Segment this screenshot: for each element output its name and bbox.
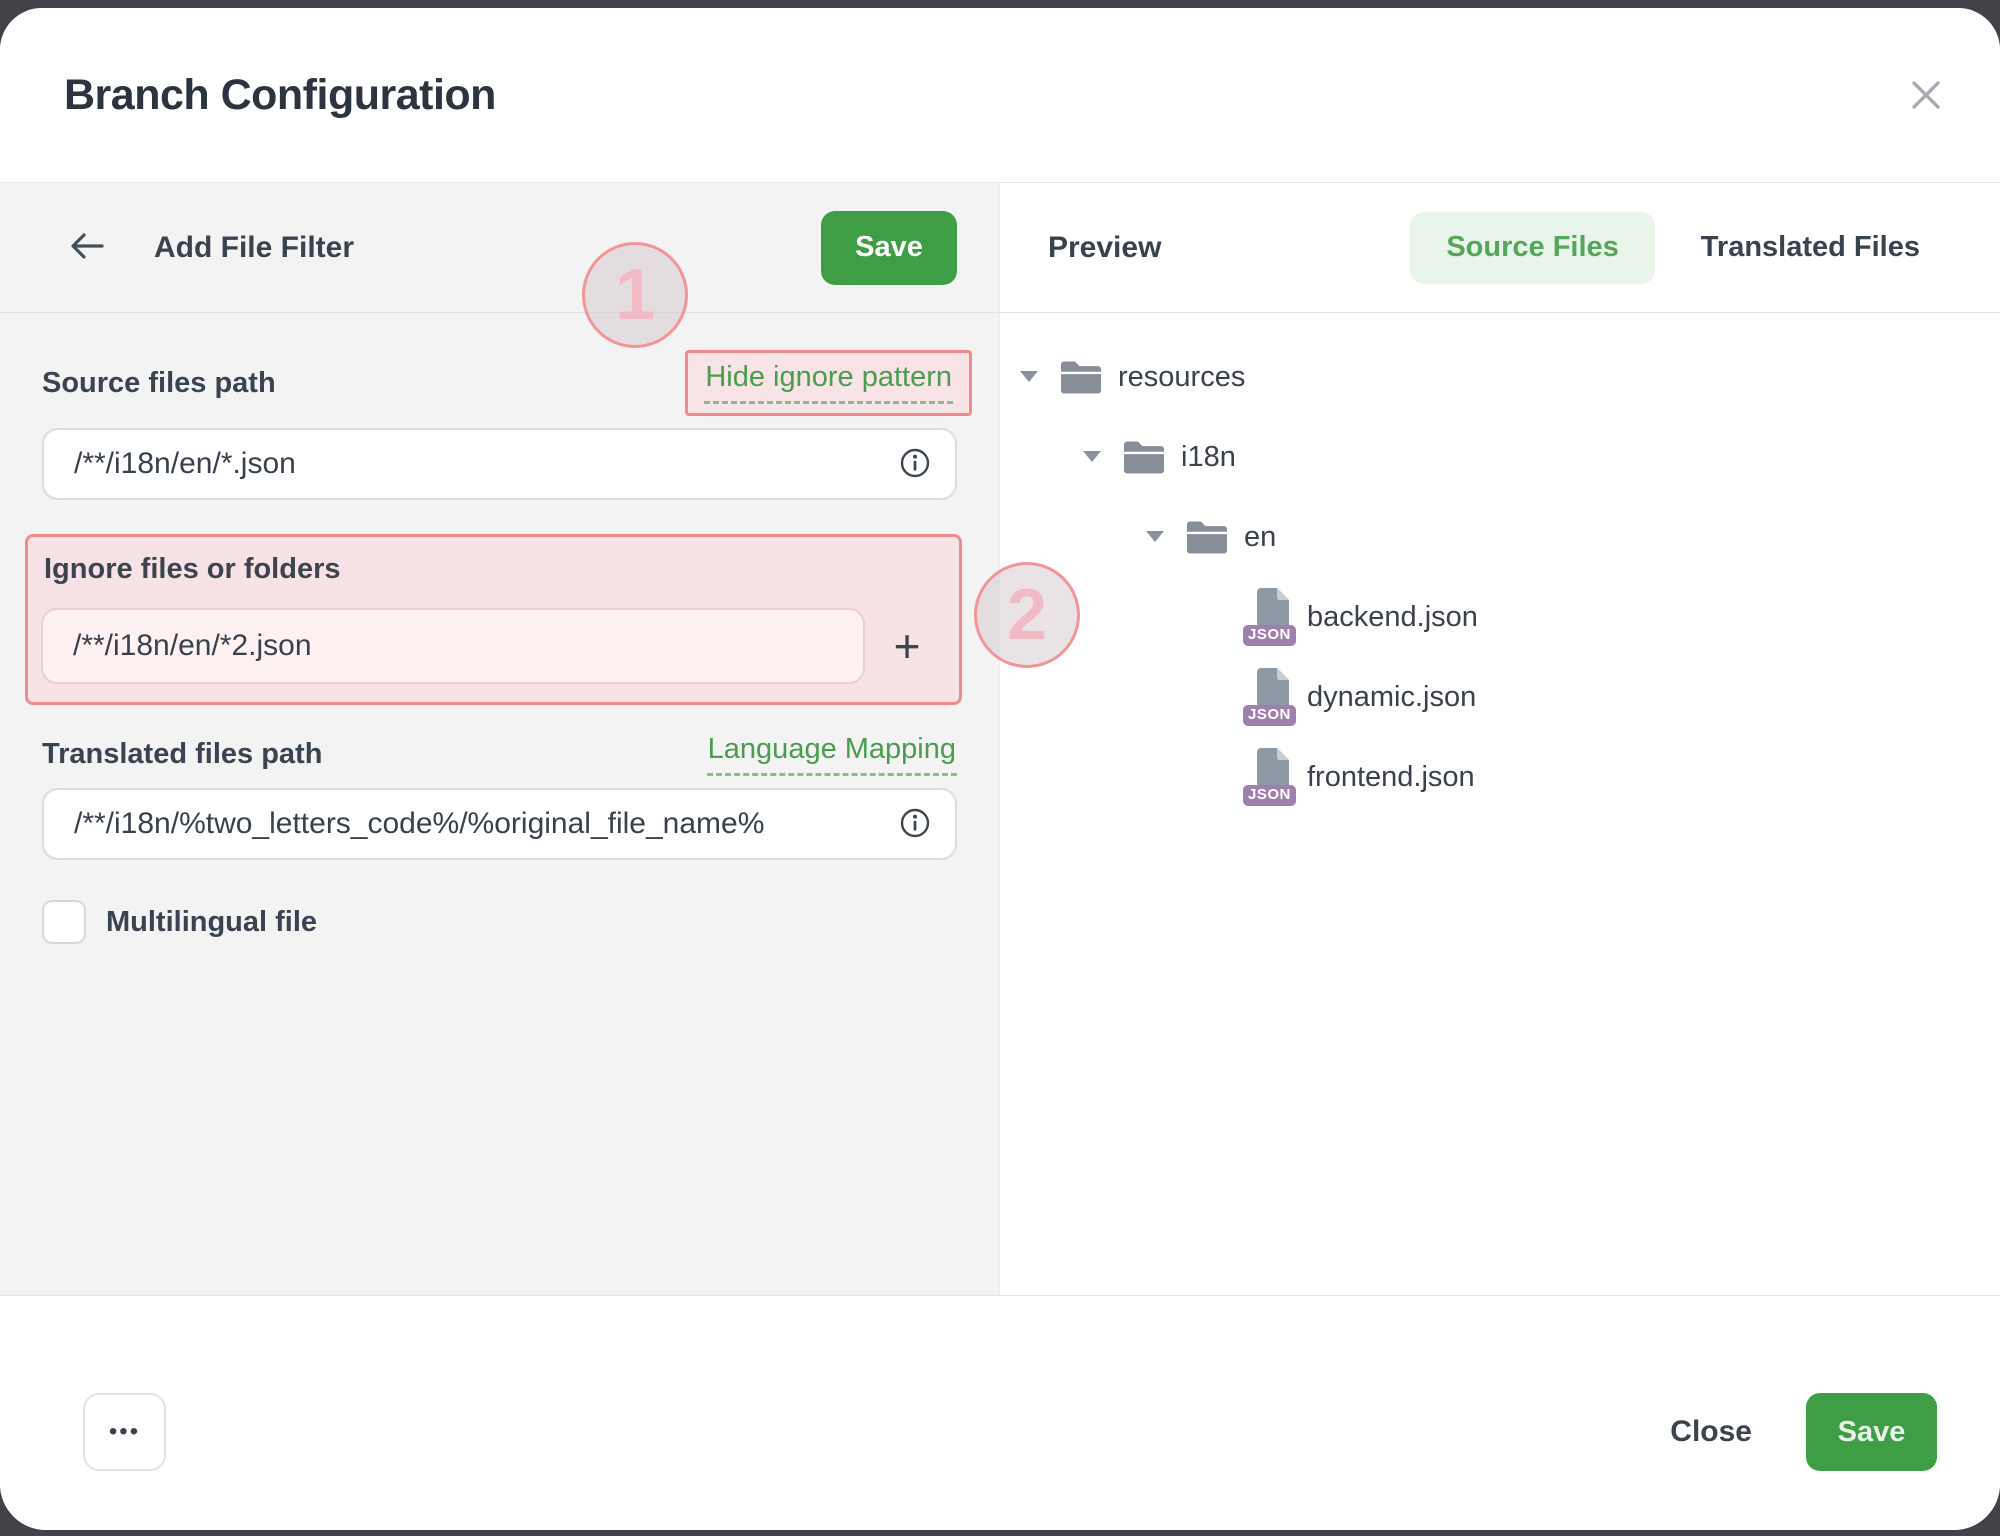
tree-item-label: backend.json bbox=[1307, 601, 1478, 634]
ignore-section-highlight: Ignore files or folders + bbox=[25, 534, 962, 705]
preview-title: Preview bbox=[1048, 231, 1161, 265]
modal-content: Add File Filter Save Source files path H… bbox=[0, 183, 2000, 1295]
json-badge: JSON bbox=[1243, 785, 1296, 807]
folder-icon bbox=[1122, 439, 1166, 476]
ellipsis-icon: ••• bbox=[109, 1418, 140, 1445]
tree-item-label: i18n bbox=[1181, 441, 1236, 474]
save-configuration-button[interactable]: Save bbox=[1806, 1393, 1937, 1471]
tree-item-label: resources bbox=[1118, 361, 1245, 394]
preview-panel: Preview Source Files Translated Files re… bbox=[1000, 183, 2000, 1295]
folder-icon bbox=[1059, 359, 1103, 396]
multilingual-label: Multilingual file bbox=[106, 906, 317, 939]
modal-title: Branch Configuration bbox=[64, 71, 496, 120]
file-filter-panel: Add File Filter Save Source files path H… bbox=[0, 183, 1000, 1295]
translated-path-input[interactable] bbox=[74, 807, 887, 841]
close-button[interactable] bbox=[1898, 68, 1954, 124]
file-tree: resources i18n en bbox=[1000, 313, 2000, 817]
json-file-icon: JSON bbox=[1245, 668, 1293, 726]
tree-row-resources[interactable]: resources bbox=[1000, 337, 2000, 417]
json-file-icon: JSON bbox=[1245, 588, 1293, 646]
ignore-label: Ignore files or folders bbox=[41, 553, 949, 586]
modal-header: Branch Configuration bbox=[0, 8, 2000, 183]
hide-ignore-highlight: Hide ignore pattern bbox=[685, 350, 972, 416]
caret-down-icon[interactable] bbox=[1082, 451, 1102, 463]
folder-icon bbox=[1185, 519, 1229, 556]
caret-down-icon[interactable] bbox=[1019, 371, 1039, 383]
tree-item-label: en bbox=[1244, 521, 1276, 554]
multilingual-checkbox[interactable] bbox=[42, 900, 86, 944]
arrow-left-icon bbox=[70, 232, 104, 263]
hide-ignore-pattern-link[interactable]: Hide ignore pattern bbox=[704, 361, 953, 404]
tree-row-en[interactable]: en bbox=[1000, 497, 2000, 577]
translated-path-label: Translated files path bbox=[42, 738, 322, 771]
panel-title: Add File Filter bbox=[154, 231, 354, 265]
tab-translated-files[interactable]: Translated Files bbox=[1701, 231, 1920, 264]
tree-item-label: dynamic.json bbox=[1307, 681, 1476, 714]
tree-row-dynamic-json[interactable]: JSON dynamic.json bbox=[1000, 657, 2000, 737]
tree-row-backend-json[interactable]: JSON backend.json bbox=[1000, 577, 2000, 657]
json-badge: JSON bbox=[1243, 705, 1296, 727]
source-path-label: Source files path bbox=[42, 367, 276, 400]
close-icon bbox=[1909, 78, 1943, 115]
source-path-input[interactable] bbox=[74, 447, 887, 481]
file-filter-form: Source files path Hide ignore pattern Ig… bbox=[0, 350, 999, 944]
ignore-pattern-input[interactable] bbox=[73, 629, 833, 663]
branch-configuration-modal: Branch Configuration Add File Filter Sav… bbox=[0, 8, 2000, 1530]
close-modal-button[interactable]: Close bbox=[1670, 1415, 1752, 1449]
json-file-icon: JSON bbox=[1245, 748, 1293, 806]
more-options-button[interactable]: ••• bbox=[83, 1393, 166, 1471]
translated-path-info-button[interactable] bbox=[899, 807, 931, 842]
translated-path-row: Translated files path Language Mapping bbox=[42, 733, 957, 776]
info-icon bbox=[899, 447, 931, 482]
footer-actions: Close Save bbox=[1670, 1393, 1937, 1471]
language-mapping-link[interactable]: Language Mapping bbox=[707, 733, 957, 776]
translated-path-field bbox=[42, 788, 957, 860]
source-path-field bbox=[42, 428, 957, 500]
source-path-info-button[interactable] bbox=[899, 447, 931, 482]
ignore-input-row: + bbox=[41, 608, 949, 684]
caret-down-icon[interactable] bbox=[1145, 531, 1165, 543]
add-ignore-pattern-button[interactable]: + bbox=[865, 623, 949, 669]
json-badge: JSON bbox=[1243, 625, 1296, 647]
file-filter-toolbar: Add File Filter Save bbox=[0, 183, 999, 313]
tree-row-frontend-json[interactable]: JSON frontend.json bbox=[1000, 737, 2000, 817]
tab-source-files[interactable]: Source Files bbox=[1410, 212, 1654, 284]
ignore-pattern-field bbox=[41, 608, 865, 684]
tree-item-label: frontend.json bbox=[1307, 761, 1475, 794]
multilingual-row: Multilingual file bbox=[42, 900, 957, 944]
source-path-row: Source files path Hide ignore pattern bbox=[42, 350, 957, 416]
modal-footer: ••• Close Save bbox=[0, 1295, 2000, 1530]
save-filter-button[interactable]: Save bbox=[821, 211, 957, 285]
tree-row-i18n[interactable]: i18n bbox=[1000, 417, 2000, 497]
back-button[interactable] bbox=[62, 224, 112, 271]
info-icon bbox=[899, 807, 931, 842]
preview-toolbar: Preview Source Files Translated Files bbox=[1000, 183, 2000, 313]
